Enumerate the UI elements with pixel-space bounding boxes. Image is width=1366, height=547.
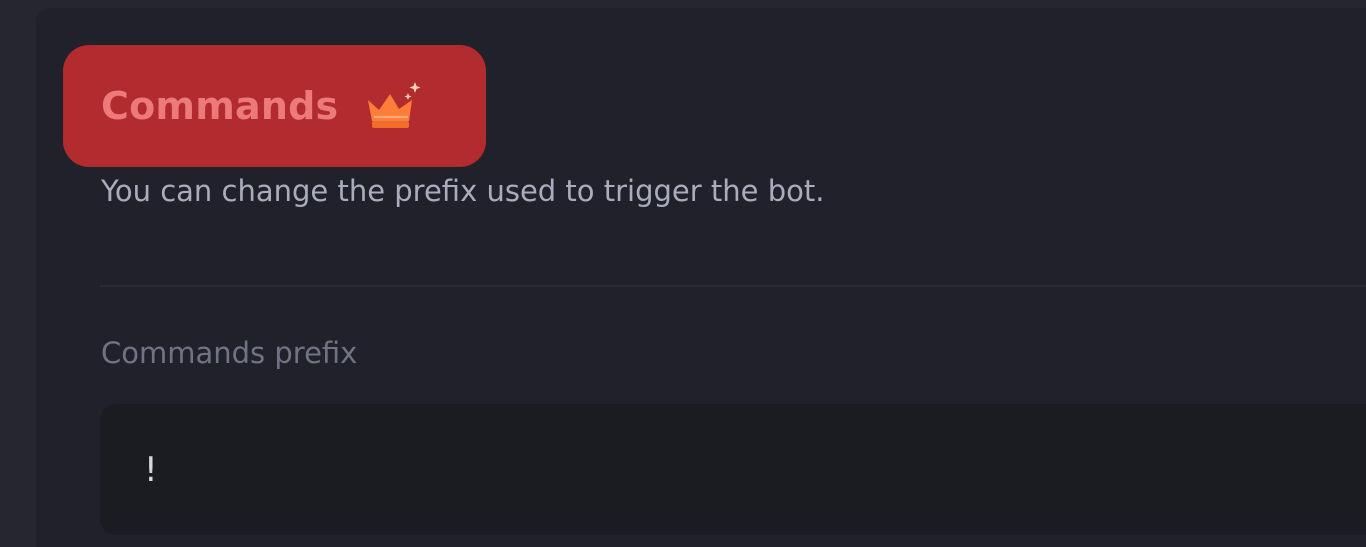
divider	[100, 285, 1366, 287]
section-description: You can change the prefix used to trigge…	[101, 174, 825, 208]
prefix-input-value: !	[144, 449, 158, 490]
section-title: Commands	[101, 84, 339, 128]
prefix-field-label: Commands prefix	[101, 336, 358, 370]
page: Commands You can change the prefix used …	[0, 0, 1366, 547]
prefix-input[interactable]: !	[100, 404, 1366, 535]
crown-sparkle-icon	[368, 82, 421, 128]
section-title-chip: Commands	[63, 45, 486, 167]
